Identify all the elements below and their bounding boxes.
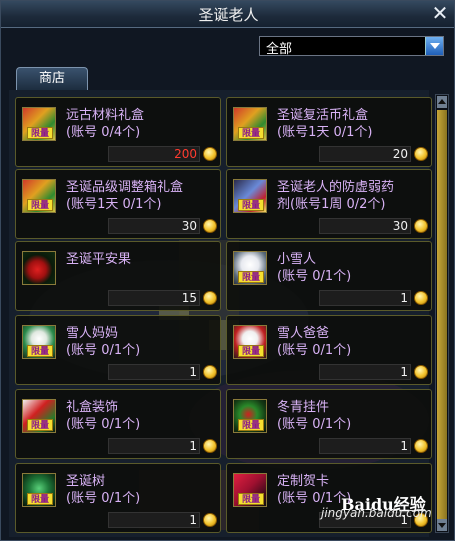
title-bar: 圣诞老人 ✕ [1,1,454,28]
price-bar: 200 [108,146,200,162]
coin-icon [414,439,428,453]
card-icon: 限量 [233,473,267,507]
limited-badge: 限量 [238,199,264,211]
price-bar: 30 [108,218,200,234]
item-limit-text: (账号 0/4个) [66,125,141,140]
item-limit-text: (账号 0/1个) [277,417,352,432]
price-bar: 1 [108,512,200,528]
item-limit-text: (账号 0/1个) [66,343,141,358]
gift-box-icon: 限量 [22,107,56,141]
limited-badge: 限量 [27,345,53,357]
price-bar: 1 [319,438,411,454]
close-icon[interactable]: ✕ [430,1,450,25]
item-limit-text: (账号1天 0/1个) [277,125,373,140]
price-bar: 1 [319,364,411,380]
coin-icon [203,147,217,161]
price-bar: 1 [108,438,200,454]
apple-icon [22,251,56,285]
limited-badge: 限量 [238,345,264,357]
item-price: 15 [181,291,197,305]
scroll-up-icon[interactable] [437,96,447,108]
limited-badge: 限量 [238,493,264,505]
tree-icon: 限量 [22,473,56,507]
coin-icon [203,291,217,305]
shop-item-card[interactable]: 限量 圣诞老人的防虚弱药 剂(账号1周 0/2个) 30 [226,169,432,239]
item-price: 1 [189,513,197,527]
item-limit-text: (账号 0/1个) [277,343,352,358]
shop-item-card[interactable]: 圣诞平安果 15 [15,241,221,311]
item-price: 1 [400,291,408,305]
item-limit-text: (账号 0/1个) [66,491,141,506]
limited-badge: 限量 [238,271,264,283]
snowman-icon: 限量 [233,325,267,359]
shop-item-card[interactable]: 限量 礼盒装饰 (账号 0/1个) 1 [15,389,221,459]
limited-badge: 限量 [27,419,53,431]
coin-icon [414,291,428,305]
item-price: 30 [392,219,408,233]
shop-item-card[interactable]: 限量 冬青挂件 (账号 0/1个) 1 [226,389,432,459]
limited-badge: 限量 [27,127,53,139]
window-title: 圣诞老人 [198,6,259,24]
coin-icon [203,219,217,233]
dropdown-selected-label: 全部 [266,42,293,57]
item-price: 1 [400,439,408,453]
coin-icon [203,439,217,453]
coin-icon [414,219,428,233]
item-price: 1 [400,365,408,379]
shop-item-card[interactable]: 限量 小雪人 (账号 0/1个) 1 [226,241,432,311]
item-name: 圣诞平安果 [66,252,132,267]
item-limit-text: 剂(账号1周 0/2个) [277,197,386,212]
snowman-icon: 限量 [233,251,267,285]
scroll-thumb[interactable] [437,110,447,520]
gift-decor-icon: 限量 [22,399,56,433]
shop-item-card[interactable]: 限量 远古材料礼盒 (账号 0/4个) 200 [15,97,221,167]
holly-icon: 限量 [233,399,267,433]
price-bar: 20 [319,146,411,162]
watermark-site: jingyan.baidu.com [321,506,432,520]
item-price: 200 [174,147,197,161]
scrollbar[interactable] [435,94,449,533]
scroll-down-icon[interactable] [437,519,447,531]
coin-icon [414,147,428,161]
coin-icon [203,513,217,527]
category-dropdown[interactable]: 全部 [259,36,444,57]
item-limit-text: (账号1天 0/1个) [66,197,162,212]
item-price: 20 [392,147,408,161]
shop-item-card[interactable]: 限量 雪人妈妈 (账号 0/1个) 1 [15,315,221,385]
shop-window: 圣诞老人 ✕ 全部 商店 限量 远古材料礼盒 (账号 0/4个) 200 限量 … [0,0,455,541]
price-bar: 30 [319,218,411,234]
potion-icon: 限量 [233,179,267,213]
gift-box-icon: 限量 [22,179,56,213]
limited-badge: 限量 [238,419,264,431]
item-price: 1 [189,365,197,379]
price-bar: 1 [108,364,200,380]
gift-box-icon: 限量 [233,107,267,141]
item-limit-text: (账号 0/1个) [277,269,352,284]
item-limit-text: (账号 0/1个) [66,417,141,432]
coin-icon [414,365,428,379]
item-price: 1 [189,439,197,453]
price-bar: 1 [319,290,411,306]
tab-shop[interactable]: 商店 [16,67,88,91]
price-bar: 15 [108,290,200,306]
shop-item-card[interactable]: 限量 雪人爸爸 (账号 0/1个) 1 [226,315,432,385]
shop-item-card[interactable]: 限量 圣诞品级调整箱礼盒 (账号1天 0/1个) 30 [15,169,221,239]
snowman-icon: 限量 [22,325,56,359]
shop-item-card[interactable]: 限量 圣诞树 (账号 0/1个) 1 [15,463,221,533]
item-price: 30 [181,219,197,233]
limited-badge: 限量 [238,127,264,139]
coin-icon [203,365,217,379]
limited-badge: 限量 [27,493,53,505]
chevron-down-icon[interactable] [425,37,443,55]
limited-badge: 限量 [27,199,53,211]
shop-item-card[interactable]: 限量 圣诞复活币礼盒 (账号1天 0/1个) 20 [226,97,432,167]
